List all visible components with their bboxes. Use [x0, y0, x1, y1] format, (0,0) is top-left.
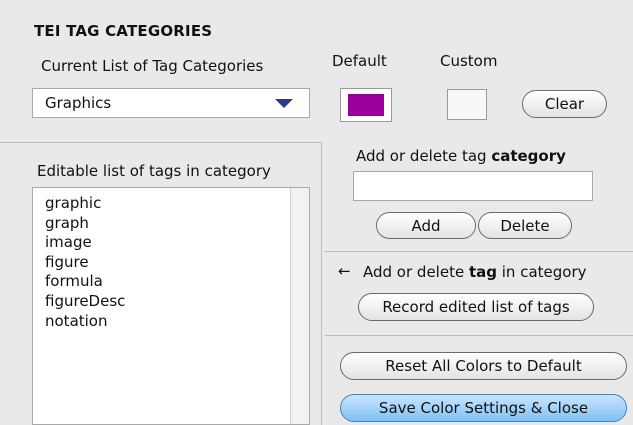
custom-color-label: Custom — [440, 52, 498, 70]
clear-button[interactable]: Clear — [522, 90, 607, 118]
current-list-label: Current List of Tag Categories — [41, 57, 264, 75]
tag-editor-heading-prefix: Add or delete — [363, 263, 469, 281]
tag-editor-heading-bold: tag — [468, 263, 497, 281]
tag-list-item[interactable]: graphic — [45, 194, 309, 214]
default-color-swatch[interactable] — [340, 88, 392, 122]
tag-list-item[interactable]: graph — [45, 214, 309, 234]
tags-list-header: Editable list of tags in category — [37, 162, 271, 180]
tags-scrollbar[interactable] — [290, 188, 309, 424]
tag-list-item[interactable]: image — [45, 233, 309, 253]
default-color-fill — [348, 94, 384, 116]
category-editor-heading-bold: category — [491, 147, 566, 165]
add-category-button[interactable]: Add — [376, 212, 476, 239]
reset-colors-button[interactable]: Reset All Colors to Default — [340, 352, 627, 380]
category-name-input[interactable] — [353, 171, 593, 201]
tag-editor-heading-suffix: in category — [496, 263, 587, 281]
custom-color-swatch[interactable] — [447, 89, 487, 120]
record-tags-button[interactable]: Record edited list of tags — [358, 293, 594, 321]
arrow-left-icon: ← — [338, 262, 351, 280]
chevron-down-icon — [275, 98, 293, 108]
tag-editor-heading: Add or delete tag in category — [363, 263, 587, 281]
save-close-button[interactable]: Save Color Settings & Close — [340, 394, 627, 422]
category-dropdown-value: Graphics — [45, 94, 112, 112]
tags-list[interactable]: graphic graph image figure formula figureDesc… — [32, 187, 310, 425]
category-editor-heading: Add or delete tag category — [356, 147, 566, 165]
delete-category-button[interactable]: Delete — [478, 212, 572, 239]
tag-list-item[interactable]: figureDesc — [45, 292, 309, 312]
category-editor-heading-prefix: Add or delete tag — [356, 147, 492, 165]
window-title: TEI TAG CATEGORIES — [34, 22, 213, 40]
default-color-label: Default — [332, 52, 387, 70]
tag-list-item[interactable]: notation — [45, 312, 309, 332]
category-dropdown[interactable]: Graphics — [32, 88, 310, 118]
tag-list-item[interactable]: formula — [45, 272, 309, 292]
tag-list-item[interactable]: figure — [45, 253, 309, 273]
